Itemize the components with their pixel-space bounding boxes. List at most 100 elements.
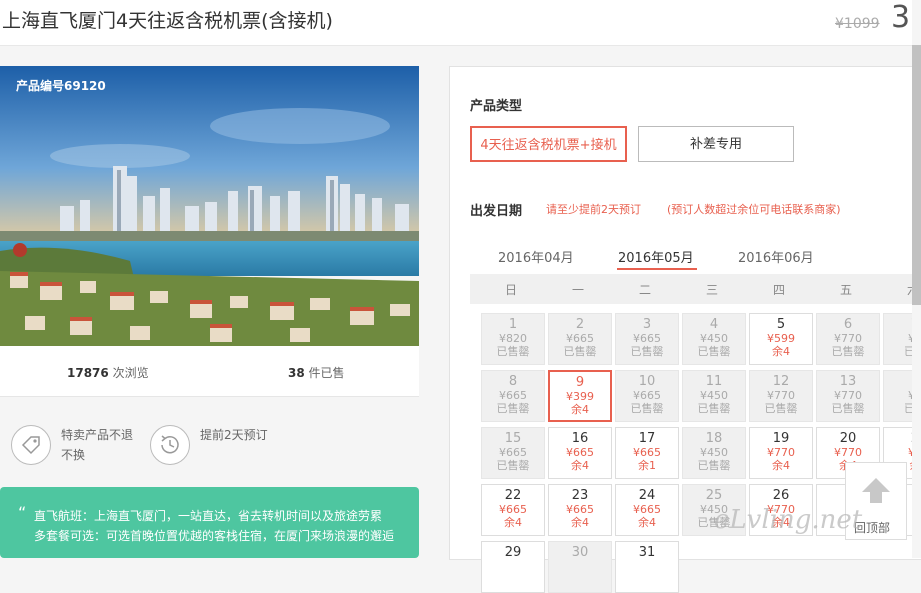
calendar-day-status: 余1 — [638, 459, 656, 472]
sold-count-value: 38 — [288, 366, 305, 380]
calendar-day-status: 余4 — [772, 345, 790, 358]
intro-box: “ 直飞航班：上海直飞厦门，一站直达，省去转机时间以及旅途劳累 多套餐可选：可选… — [0, 487, 419, 558]
calendar-day-status: 已售罄 — [630, 402, 664, 415]
calendar-day-number: 16 — [571, 431, 589, 446]
calendar-day-status: 已售罄 — [697, 459, 731, 472]
calendar-day-number: 12 — [772, 374, 790, 389]
product-features: 特卖产品不退不换 提前2天预订 — [0, 396, 419, 487]
header: 上海直飞厦门4天往返含税机票(含接机) ¥1099 39 — [0, 0, 921, 46]
intro-text: 直飞航班：上海直飞厦门，一站直达，省去转机时间以及旅途劳累 多套餐可选：可选首晚… — [34, 509, 395, 543]
tab-month-may[interactable]: 2016年05月 — [618, 247, 694, 266]
calendar-day-status: 已售罄 — [496, 459, 530, 472]
calendar-day-number: 6 — [843, 317, 853, 332]
calendar-day-price: ¥665 — [566, 503, 594, 516]
calendar-day-cell[interactable]: 12 ¥770 已售罄 — [749, 370, 813, 422]
type-option-surcharge[interactable]: 补差专用 — [638, 126, 794, 162]
calendar-day-price: ¥770 — [767, 446, 795, 459]
calendar-day-cell[interactable]: 29 — [481, 541, 545, 593]
calendar-day-price: ¥770 — [834, 389, 862, 402]
calendar-day-cell[interactable]: 18 ¥450 已售罄 — [682, 427, 746, 479]
calendar-day-price: ¥450 — [700, 446, 728, 459]
weekday-wed: 三 — [705, 283, 718, 297]
original-price: ¥1099 — [835, 16, 880, 32]
calendar-day-cell[interactable]: 17 ¥665 余1 — [615, 427, 679, 479]
tab-month-april[interactable]: 2016年04月 — [498, 247, 574, 266]
calendar-day-number: 2 — [575, 317, 585, 332]
calendar-day-number: 15 — [504, 431, 522, 446]
weekday-header: 日 一 二 三 四 五 六 — [470, 274, 921, 304]
calendar-day-price: ¥450 — [700, 389, 728, 402]
calendar-day-cell[interactable]: 1 ¥820 已售罄 — [481, 313, 545, 365]
calendar-day-number: 20 — [839, 431, 857, 446]
page-title: 上海直飞厦门4天往返含税机票(含接机) — [2, 10, 333, 32]
calendar-day-cell[interactable]: 22 ¥665 余4 — [481, 484, 545, 536]
calendar-day-cell[interactable]: 23 ¥665 余4 — [548, 484, 612, 536]
weekday-thu: 四 — [772, 283, 785, 297]
weekday-tue: 二 — [638, 283, 651, 297]
calendar-day-status: 已售罄 — [697, 402, 731, 415]
calendar-day-status: 已售罄 — [630, 345, 664, 358]
calendar-day-status: 余4 — [504, 516, 522, 529]
calendar-day-number: 23 — [571, 488, 589, 503]
calendar-day-cell[interactable]: 3 ¥665 已售罄 — [615, 313, 679, 365]
calendar-day-number: 18 — [705, 431, 723, 446]
calendar-day-number: 13 — [839, 374, 857, 389]
calendar-day-status: 已售罄 — [831, 345, 865, 358]
calendar-day-cell[interactable]: 19 ¥770 余4 — [749, 427, 813, 479]
feature-label: 特卖产品不退不换 — [61, 428, 134, 462]
calendar-day-status: 已售罄 — [496, 402, 530, 415]
calendar-day-status: 余4 — [571, 516, 589, 529]
calendar-day-price: ¥665 — [566, 332, 594, 345]
scrollbar-thumb[interactable] — [912, 45, 921, 305]
product-gallery: 产品编号69120 17876 次浏览 38 件已售 特卖产品不退不换 提前2天… — [0, 66, 419, 558]
clock-history-icon — [150, 425, 190, 465]
calendar-day-cell[interactable]: 16 ¥665 余4 — [548, 427, 612, 479]
weekday-fri: 五 — [839, 283, 852, 297]
calendar-day-status: 已售罄 — [496, 345, 530, 358]
calendar-day-price: ¥665 — [633, 503, 661, 516]
calendar-day-price: ¥599 — [767, 332, 795, 345]
view-count-label: 次浏览 — [112, 366, 149, 380]
calendar-day-cell[interactable]: 9 ¥399 余4 — [548, 370, 612, 422]
calendar-day-number: 24 — [638, 488, 656, 503]
product-photo[interactable]: 产品编号69120 — [0, 66, 419, 346]
calendar-day-cell[interactable]: 30 — [548, 541, 612, 593]
capacity-notice: (预订人数超过余位可电话联系商家) — [667, 203, 841, 216]
active-month-indicator — [617, 268, 697, 270]
calendar-day-status: 已售罄 — [831, 402, 865, 415]
calendar-day-price: ¥770 — [834, 332, 862, 345]
sold-count-label: 件已售 — [308, 366, 345, 380]
calendar-day-status: 已售罄 — [764, 402, 798, 415]
watermark: eLvling.net — [714, 505, 863, 535]
type-option-ticket[interactable]: 4天往返含税机票+接机 — [470, 126, 627, 162]
calendar-day-number: 4 — [709, 317, 719, 332]
tab-month-june[interactable]: 2016年06月 — [738, 247, 814, 266]
calendar-day-cell[interactable]: 31 — [615, 541, 679, 593]
calendar-day-cell[interactable]: 4 ¥450 已售罄 — [682, 313, 746, 365]
calendar-day-number: 26 — [772, 488, 790, 503]
calendar-day-cell[interactable]: 2 ¥665 已售罄 — [548, 313, 612, 365]
calendar-day-number: 5 — [776, 317, 786, 332]
feature-label: 提前2天预订 — [200, 428, 268, 442]
calendar-day-cell[interactable]: 6 ¥770 已售罄 — [816, 313, 880, 365]
departure-date-label: 出发日期 — [470, 204, 523, 219]
calendar-day-cell[interactable]: 10 ¥665 已售罄 — [615, 370, 679, 422]
calendar-day-price: ¥450 — [700, 332, 728, 345]
calendar-day-cell[interactable]: 11 ¥450 已售罄 — [682, 370, 746, 422]
view-count-value: 17876 — [67, 366, 109, 380]
calendar-day-cell[interactable]: 15 ¥665 已售罄 — [481, 427, 545, 479]
calendar-day-number: 8 — [508, 374, 518, 389]
calendar-day-price: ¥665 — [499, 446, 527, 459]
calendar-day-price: ¥665 — [633, 389, 661, 402]
weekday-sun: 日 — [504, 283, 517, 297]
calendar-day-number: 25 — [705, 488, 723, 503]
calendar-day-cell[interactable]: 24 ¥665 余4 — [615, 484, 679, 536]
calendar-day-cell[interactable]: 8 ¥665 已售罄 — [481, 370, 545, 422]
calendar-day-status: 已售罄 — [563, 345, 597, 358]
product-stats: 17876 次浏览 38 件已售 — [0, 346, 419, 396]
calendar-day-price: ¥770 — [767, 389, 795, 402]
calendar-day-number: 22 — [504, 488, 522, 503]
calendar-day-cell[interactable]: 13 ¥770 已售罄 — [816, 370, 880, 422]
calendar-day-cell[interactable]: 5 ¥599 余4 — [749, 313, 813, 365]
calendar-day-status: 余4 — [638, 516, 656, 529]
